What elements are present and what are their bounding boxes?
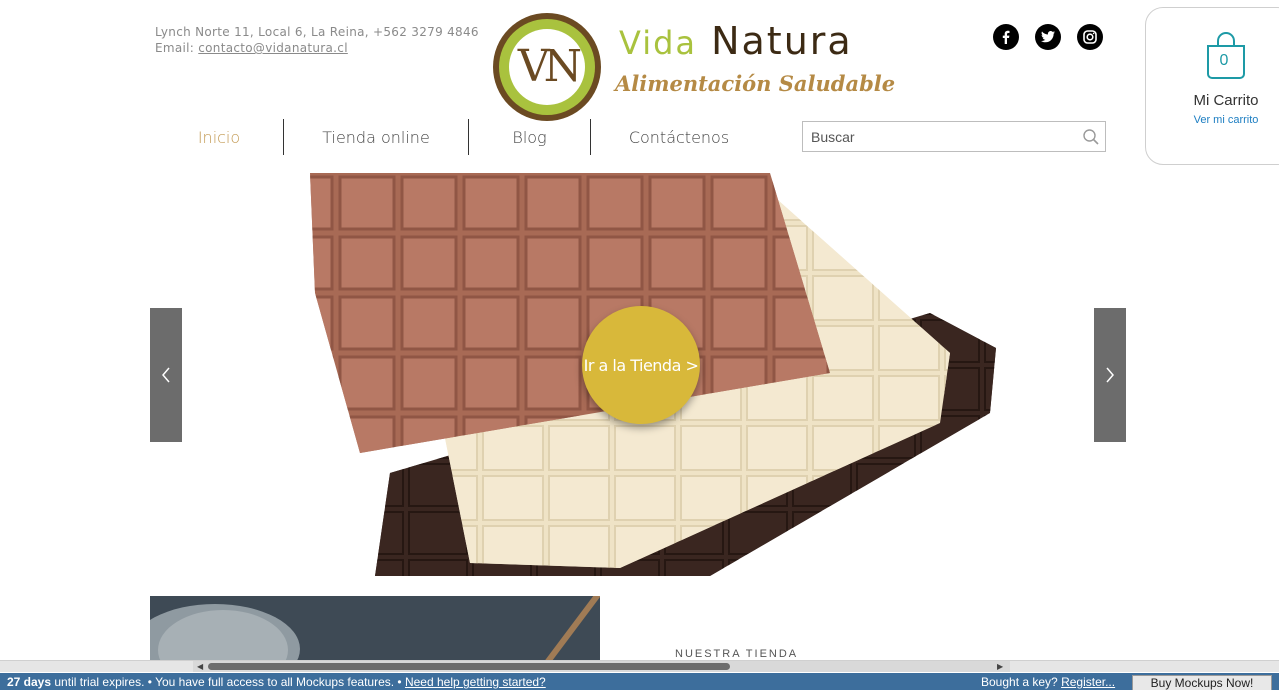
- search-input[interactable]: [803, 122, 1073, 151]
- help-link[interactable]: Need help getting started?: [405, 675, 546, 689]
- nav-item-inicio[interactable]: Inicio: [155, 119, 283, 155]
- horizontal-scrollbar[interactable]: ◀ ▶: [0, 660, 1279, 672]
- trial-text: until trial expires. • You have full acc…: [51, 675, 405, 689]
- logo-name-vida: Vida: [619, 24, 697, 62]
- cart-count: 0: [1219, 52, 1229, 69]
- register-link[interactable]: Register...: [1061, 675, 1115, 689]
- slider-prev-button[interactable]: [150, 308, 182, 442]
- cart-title: Mi Carrito: [1193, 92, 1259, 109]
- chevron-right-icon: [1106, 367, 1114, 383]
- nav-item-blog[interactable]: Blog: [469, 119, 590, 155]
- cart-widget[interactable]: 0 Mi Carrito Ver mi carrito: [1145, 7, 1279, 165]
- contact-info: Lynch Norte 11, Local 6, La Reina, +562 …: [155, 24, 479, 56]
- store-section-heading: NUESTRA TIENDA: [675, 648, 799, 660]
- store-section-image: [150, 596, 600, 666]
- search-icon[interactable]: [1082, 128, 1100, 146]
- nav-item-contactenos[interactable]: Contáctenos: [591, 119, 767, 155]
- logo-tagline: Alimentación Saludable: [615, 71, 896, 96]
- social-bar: [993, 24, 1103, 50]
- email-label: Email:: [155, 41, 199, 55]
- twitter-icon[interactable]: [1035, 24, 1061, 50]
- trial-bar: 27 days until trial expires. • You have …: [0, 673, 1279, 690]
- page: Lynch Norte 11, Local 6, La Reina, +562 …: [0, 0, 1279, 690]
- trial-days: 27 days: [7, 675, 52, 689]
- logo-title: Vida Natura: [619, 19, 853, 63]
- scroll-left-icon[interactable]: ◀: [197, 662, 203, 671]
- hero-slider: Ir a la Tienda >: [150, 173, 1126, 576]
- buy-now-button[interactable]: Buy Mockups Now!: [1132, 675, 1272, 690]
- email-line: Email: contacto@vidanatura.cl: [155, 40, 479, 56]
- slider-next-button[interactable]: [1094, 308, 1126, 442]
- search-box: [802, 121, 1106, 152]
- facebook-icon[interactable]: [993, 24, 1019, 50]
- scrollbar-thumb[interactable]: [208, 663, 730, 670]
- register-area: Bought a key? Register...: [981, 674, 1115, 690]
- logo-monogram: VN: [517, 41, 582, 92]
- go-to-store-button[interactable]: Ir a la Tienda >: [582, 306, 700, 424]
- view-cart-link[interactable]: Ver mi carrito: [1146, 114, 1279, 126]
- instagram-icon[interactable]: [1077, 24, 1103, 50]
- address-text: Lynch Norte 11, Local 6, La Reina, +562 …: [155, 25, 479, 39]
- email-link[interactable]: contacto@vidanatura.cl: [198, 41, 348, 55]
- main-nav: Inicio Tienda online Blog Contáctenos: [155, 119, 767, 155]
- spoon-shape: [540, 596, 600, 666]
- nav-item-tienda-online[interactable]: Tienda online: [284, 119, 468, 155]
- trial-message: 27 days until trial expires. • You have …: [7, 674, 546, 690]
- chevron-left-icon: [162, 367, 170, 383]
- scroll-right-icon[interactable]: ▶: [997, 662, 1003, 671]
- bought-key-text: Bought a key?: [981, 675, 1062, 689]
- logo-name-natura: Natura: [711, 19, 853, 63]
- site-logo[interactable]: VN Vida Natura Alimentación Saludable: [493, 13, 895, 123]
